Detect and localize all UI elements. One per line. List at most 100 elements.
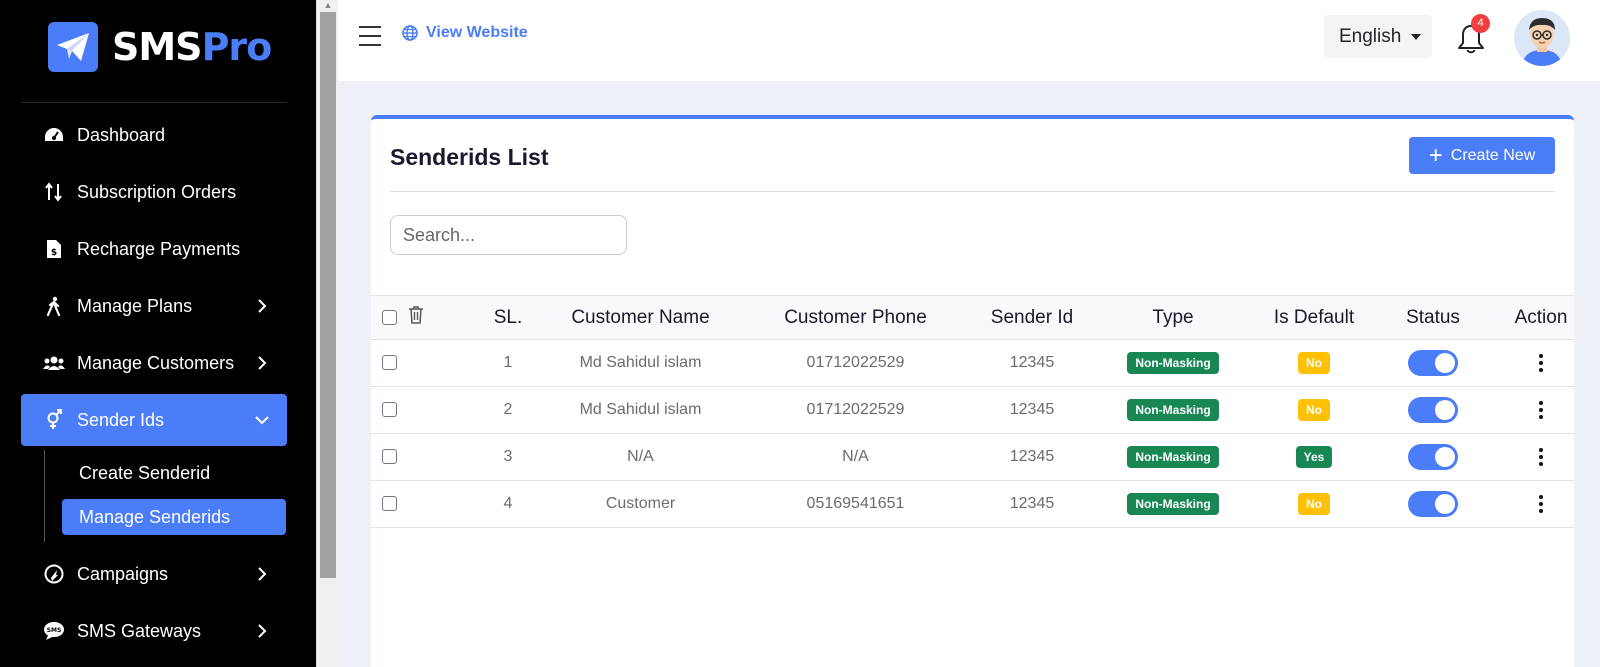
column-header[interactable]: Is Default xyxy=(1270,295,1358,340)
language-dropdown[interactable]: English xyxy=(1324,15,1432,58)
table-row: 2 Md Sahidul islam 01712022529 12345 Non… xyxy=(371,386,1574,434)
trash-icon[interactable] xyxy=(408,305,424,330)
type-badge: Non-Masking xyxy=(1127,352,1219,374)
sidebar-item-label: Campaigns xyxy=(77,563,169,584)
row-select-cell xyxy=(371,386,408,434)
column-header[interactable]: Customer Phone xyxy=(723,295,988,340)
is-default-cell: Yes xyxy=(1270,433,1358,481)
status-toggle[interactable] xyxy=(1408,350,1458,376)
caret-down-icon xyxy=(1411,33,1422,40)
gender-icon xyxy=(43,409,65,431)
column-header[interactable]: Sender Id xyxy=(988,295,1076,340)
search-input[interactable] xyxy=(390,215,627,255)
empty-cell xyxy=(408,480,458,528)
default-badge: No xyxy=(1298,399,1330,421)
status-cell xyxy=(1358,480,1508,528)
select-all-header xyxy=(371,295,408,340)
customer-name-cell: Customer xyxy=(558,480,723,528)
walking-person-icon xyxy=(43,295,65,317)
sidebar-item-label: Dashboard xyxy=(77,124,166,145)
hamburger-menu-icon[interactable] xyxy=(359,26,381,46)
sl-cell: 3 xyxy=(458,433,558,481)
sidebar: SMSPro Dashboard Subscription Orders $ R… xyxy=(0,0,316,667)
users-icon xyxy=(43,352,65,374)
sidebar-subitem-label: Create Senderid xyxy=(79,462,211,483)
senderids-table: SL. Customer Name Customer Phone Sender … xyxy=(371,295,1574,528)
row-checkbox[interactable] xyxy=(382,402,397,418)
sidebar-item-recharge-payments[interactable]: $ Recharge Payments xyxy=(21,223,287,275)
customer-phone-cell: 01712022529 xyxy=(723,386,988,434)
sidebar-item-subscription-orders[interactable]: Subscription Orders xyxy=(21,166,287,218)
sidebar-scrollbar[interactable]: ▲ xyxy=(316,0,338,667)
sidebar-item-dashboard[interactable]: Dashboard xyxy=(21,109,287,161)
more-vertical-icon[interactable] xyxy=(1539,400,1543,419)
column-header: Action xyxy=(1508,295,1574,340)
view-website-label: View Website xyxy=(426,24,528,41)
sl-cell: 1 xyxy=(458,339,558,387)
sidebar-item-manage-plans[interactable]: Manage Plans xyxy=(21,280,287,332)
sidebar-item-label: SMS Gateways xyxy=(77,620,202,641)
type-badge: Non-Masking xyxy=(1127,493,1219,515)
status-toggle[interactable] xyxy=(1408,491,1458,517)
status-toggle[interactable] xyxy=(1408,397,1458,423)
create-new-button[interactable]: + Create New xyxy=(1409,137,1555,174)
table-header-row: SL. Customer Name Customer Phone Sender … xyxy=(371,295,1574,340)
sender-id-cell: 12345 xyxy=(988,339,1076,387)
chevron-right-icon xyxy=(253,354,271,372)
sidebar-item-label: Recharge Payments xyxy=(77,238,241,259)
row-select-cell xyxy=(371,339,408,387)
more-vertical-icon[interactable] xyxy=(1539,494,1543,513)
user-avatar[interactable] xyxy=(1514,10,1570,66)
more-vertical-icon[interactable] xyxy=(1539,353,1543,372)
action-cell xyxy=(1508,480,1574,528)
row-checkbox[interactable] xyxy=(382,355,397,371)
speedometer-icon xyxy=(43,124,65,146)
column-header[interactable]: Status xyxy=(1358,295,1508,340)
submenu-line xyxy=(44,450,45,542)
status-cell xyxy=(1358,433,1508,481)
action-cell xyxy=(1508,433,1574,481)
sidebar-item-sms-gateways[interactable]: SMS SMS Gateways xyxy=(21,605,287,657)
customer-phone-cell: 01712022529 xyxy=(723,339,988,387)
customer-name-cell: N/A xyxy=(558,433,723,481)
sidebar-item-label: Sender Ids xyxy=(77,409,165,430)
top-header: View Website English 4 xyxy=(338,0,1600,81)
row-checkbox[interactable] xyxy=(382,496,397,512)
sidebar-item-label: Subscription Orders xyxy=(77,181,237,202)
sidebar-subitem-manage-senderids[interactable]: Manage Senderids xyxy=(62,499,286,535)
column-header[interactable]: Type xyxy=(1076,295,1270,340)
paper-plane-icon xyxy=(48,22,98,72)
table-row: 3 N/A N/A 12345 Non-Masking Yes xyxy=(371,433,1574,481)
sidebar-item-campaigns[interactable]: Campaigns xyxy=(21,548,287,600)
row-checkbox[interactable] xyxy=(382,449,397,465)
sidebar-subitem-create-senderid[interactable]: Create Senderid xyxy=(62,455,286,491)
type-badge: Non-Masking xyxy=(1127,446,1219,468)
chevron-right-icon xyxy=(253,565,271,583)
brand-logo[interactable]: SMSPro xyxy=(48,22,272,72)
status-toggle[interactable] xyxy=(1408,444,1458,470)
select-all-checkbox[interactable] xyxy=(382,309,397,325)
chevron-down-icon xyxy=(253,411,271,429)
action-cell xyxy=(1508,339,1574,387)
empty-cell xyxy=(408,386,458,434)
sidebar-item-manage-customers[interactable]: Manage Customers xyxy=(21,337,287,389)
type-cell: Non-Masking xyxy=(1076,339,1270,387)
scroll-thumb[interactable] xyxy=(320,12,336,578)
column-header[interactable]: SL. xyxy=(458,295,558,340)
default-badge: Yes xyxy=(1295,446,1333,468)
sl-cell: 4 xyxy=(458,480,558,528)
is-default-cell: No xyxy=(1270,386,1358,434)
type-cell: Non-Masking xyxy=(1076,480,1270,528)
sidebar-item-sender-ids[interactable]: Sender Ids xyxy=(21,394,287,446)
scroll-up-arrow-icon[interactable]: ▲ xyxy=(322,0,334,10)
sl-cell: 2 xyxy=(458,386,558,434)
column-header[interactable]: Customer Name xyxy=(558,295,723,340)
default-badge: No xyxy=(1298,493,1330,515)
status-cell xyxy=(1358,339,1508,387)
view-website-link[interactable]: View Website xyxy=(402,24,528,42)
table-row: 4 Customer 05169541651 12345 Non-Masking… xyxy=(371,480,1574,528)
more-vertical-icon[interactable] xyxy=(1539,447,1543,466)
divider xyxy=(21,102,287,103)
brand-name: SMSPro xyxy=(112,25,272,69)
notification-badge: 4 xyxy=(1471,14,1490,33)
